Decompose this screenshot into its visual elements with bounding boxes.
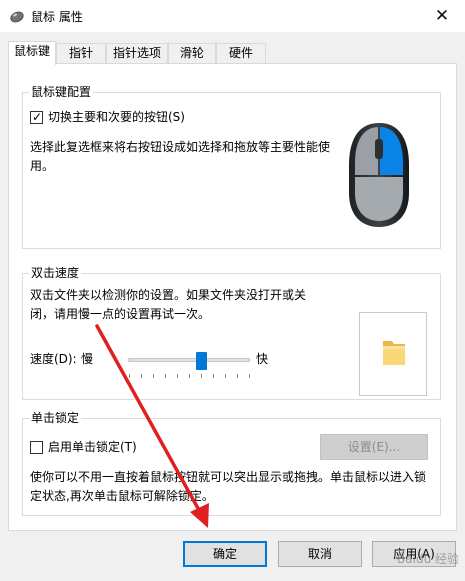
- tab-wheel[interactable]: 滑轮: [168, 43, 216, 64]
- close-button[interactable]: ✕: [419, 0, 465, 32]
- switch-buttons-checkbox[interactable]: ✓: [30, 110, 43, 124]
- slider-tick: [213, 374, 214, 378]
- title-bar: 鼠标 属性 ✕: [0, 0, 465, 32]
- fast-label: 快: [256, 352, 269, 366]
- dialog-client-area: 鼠标键 指针 指针选项 滑轮 硬件 鼠标键配置 ✓ 切换主要和次要的按钮(S) …: [0, 32, 465, 581]
- tab-page-buttons: 鼠标键配置 ✓ 切换主要和次要的按钮(S) 选择此复选框来将右按钮设成如选择和拖…: [8, 63, 457, 531]
- close-icon: ✕: [434, 6, 450, 26]
- slider-tick: [129, 374, 130, 378]
- slider-tick: [201, 374, 202, 378]
- slider-tick: [249, 374, 250, 378]
- slider-tick: [237, 374, 238, 378]
- mouse-illustration-icon: [349, 123, 409, 227]
- double-click-group: 双击速度 双击文件夹以检测你的设置。如果文件夹没打开或关闭，请用慢一点的设置再试…: [22, 265, 441, 400]
- double-click-title: 双击速度: [29, 265, 82, 281]
- slider-tick: [189, 374, 190, 378]
- button-config-title: 鼠标键配置: [29, 84, 94, 100]
- click-lock-description: 使你可以不用一直按着鼠标按钮就可以突出显示或拖拽。单击鼠标以进入锁定状态,再次单…: [30, 470, 427, 503]
- tab-pointers[interactable]: 指针: [56, 43, 106, 64]
- checkmark-icon: ✓: [32, 110, 43, 124]
- click-lock-settings-button[interactable]: 设置(E)...: [320, 434, 428, 460]
- slider-tick: [165, 374, 166, 378]
- slow-label: 慢: [81, 352, 94, 366]
- double-click-description: 双击文件夹以检测你的设置。如果文件夹没打开或关闭，请用慢一点的设置再试一次。: [30, 288, 307, 321]
- slider-tick: [177, 374, 178, 378]
- speed-slider-thumb[interactable]: [196, 352, 208, 370]
- speed-slider-track[interactable]: [128, 358, 250, 362]
- slider-tick: [141, 374, 142, 378]
- watermark: Baidu 经验: [397, 552, 459, 566]
- click-lock-title: 单击锁定: [29, 410, 82, 426]
- speed-label: 速度(D):: [30, 352, 77, 366]
- slider-tick: [153, 374, 154, 378]
- click-lock-group: 单击锁定 启用单击锁定(T) 设置(E)... 使你可以不用一直按着鼠标按钮就可…: [22, 410, 441, 516]
- switch-buttons-description: 选择此复选框来将右按钮设成如选择和拖放等主要性能使用。: [30, 140, 331, 173]
- ok-button[interactable]: 确定: [183, 541, 267, 567]
- slider-tick: [225, 374, 226, 378]
- cancel-button[interactable]: 取消: [278, 541, 362, 567]
- folder-icon[interactable]: [380, 337, 408, 369]
- button-config-group: 鼠标键配置 ✓ 切换主要和次要的按钮(S) 选择此复选框来将右按钮设成如选择和拖…: [22, 84, 441, 249]
- enable-click-lock-checkbox[interactable]: [30, 441, 43, 454]
- switch-buttons-label[interactable]: 切换主要和次要的按钮(S): [48, 108, 185, 127]
- enable-click-lock-label[interactable]: 启用单击锁定(T): [48, 438, 137, 457]
- window-title: 鼠标 属性: [31, 10, 83, 24]
- mouse-icon: [10, 11, 24, 23]
- tab-buttons[interactable]: 鼠标键: [8, 41, 56, 65]
- double-click-test-area[interactable]: [359, 312, 427, 396]
- tab-pointer-options[interactable]: 指针选项: [106, 43, 168, 64]
- tab-hardware[interactable]: 硬件: [216, 43, 266, 64]
